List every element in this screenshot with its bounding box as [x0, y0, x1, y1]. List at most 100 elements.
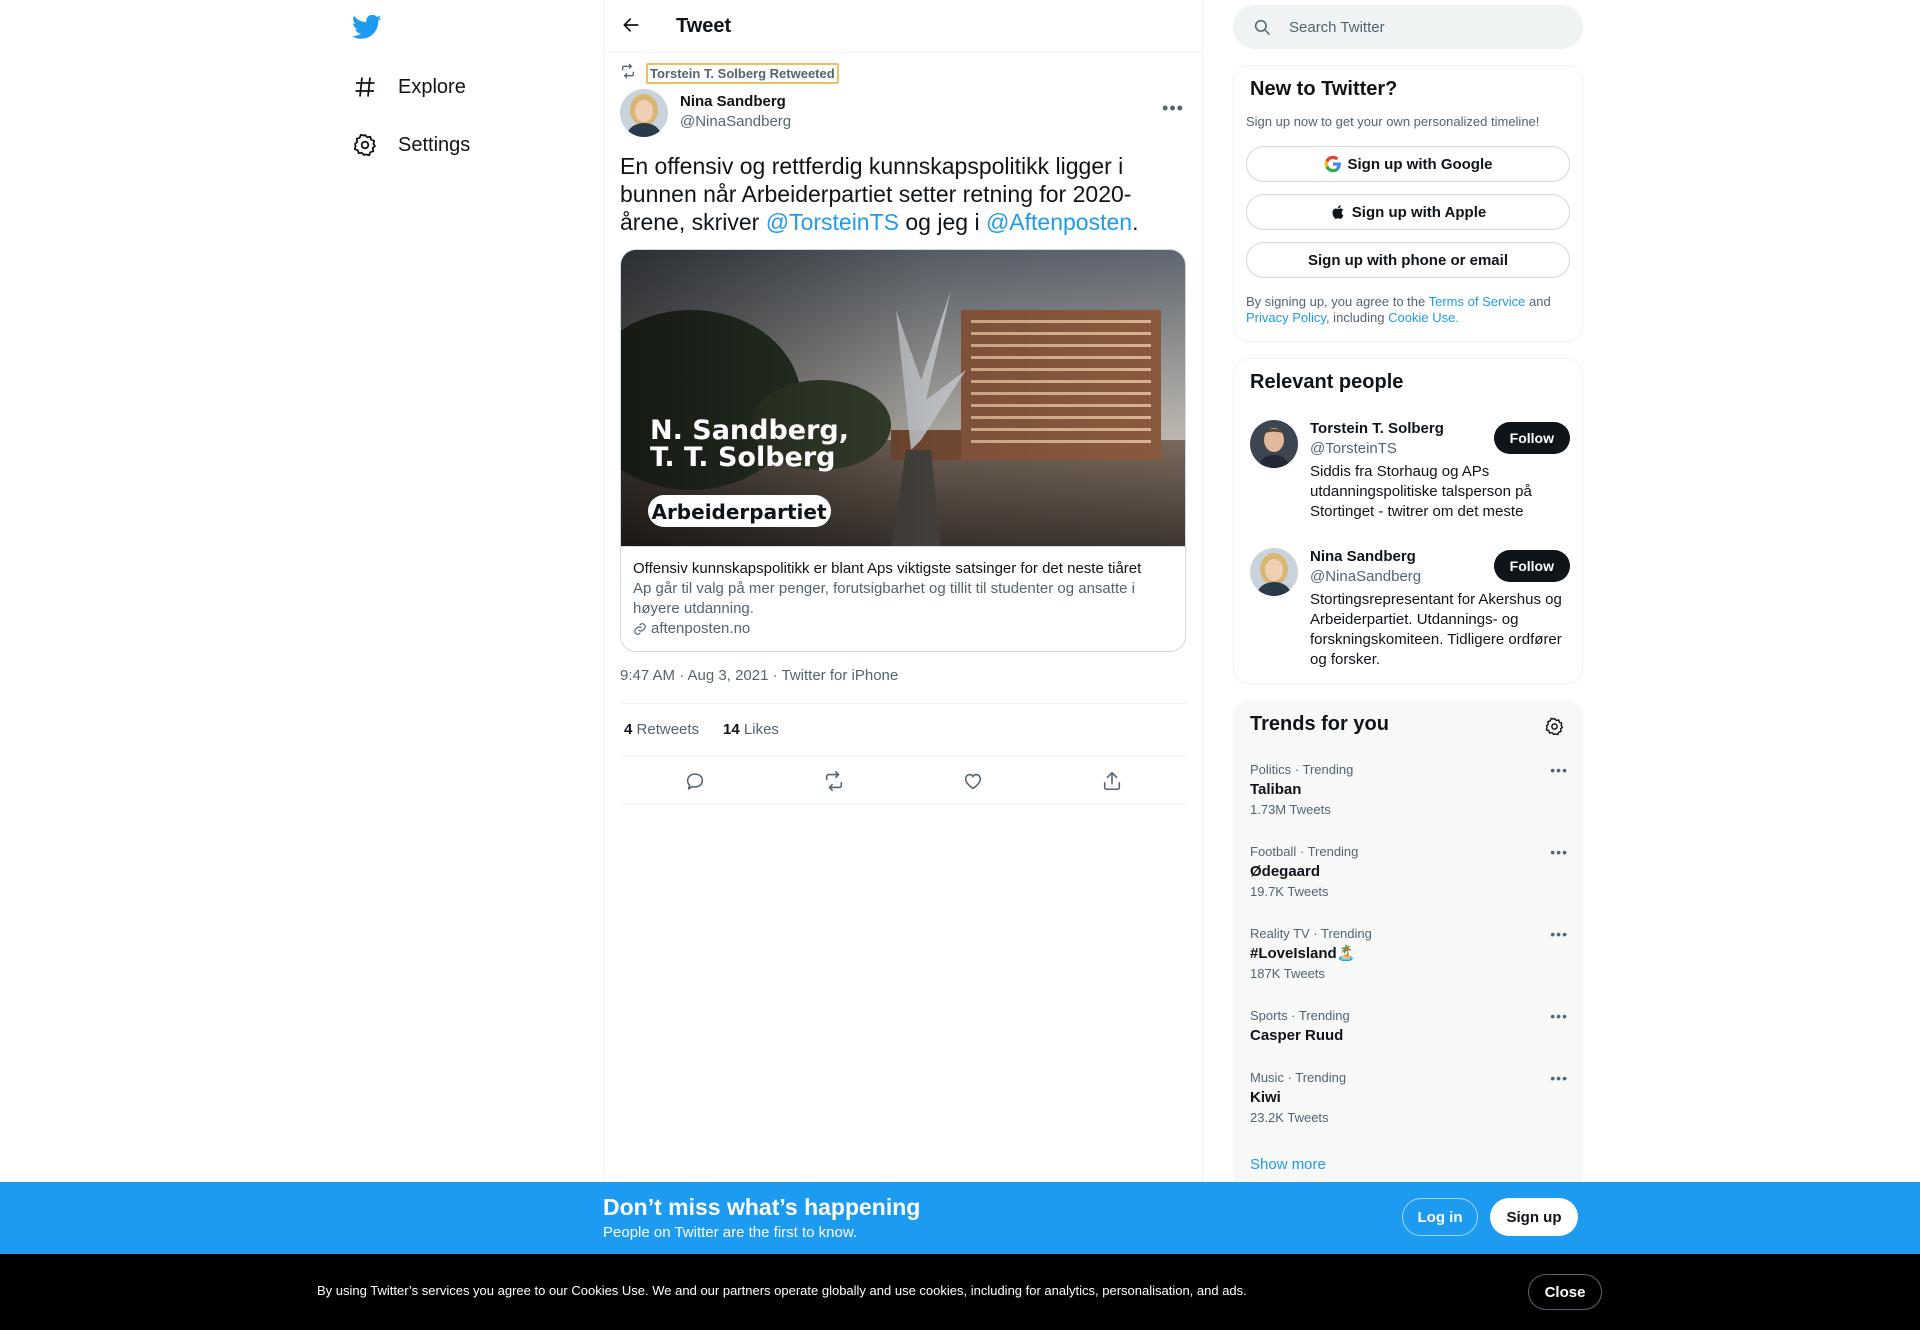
retweets-label: Retweets	[636, 721, 700, 738]
trend-item[interactable]: Music · Trending Kiwi 23.2K Tweets •••	[1250, 1070, 1568, 1126]
mention-link[interactable]: @TorsteinTS	[766, 209, 899, 235]
back-button[interactable]	[616, 12, 646, 42]
likes-count: 14	[723, 721, 740, 738]
hashtag-icon	[352, 74, 378, 100]
trend-name: Casper Ruud	[1250, 1027, 1344, 1044]
nav-settings[interactable]: Settings	[352, 120, 470, 170]
relevant-people-title: Relevant people	[1250, 371, 1404, 393]
gear-icon[interactable]	[1542, 714, 1566, 738]
trend-item[interactable]: Politics · Trending Taliban 1.73M Tweets…	[1250, 762, 1568, 818]
retweet-icon[interactable]	[819, 766, 849, 796]
more-options-icon[interactable]: •••	[1550, 926, 1568, 942]
trend-category: Football · Trending	[1250, 844, 1359, 859]
nav-explore-label: Explore	[398, 75, 466, 98]
twitter-bird-icon[interactable]	[351, 12, 382, 42]
trend-category: Sports · Trending	[1250, 1008, 1350, 1023]
new-to-twitter-panel: New to Twitter? Sign up now to get your …	[1233, 65, 1583, 342]
nav-settings-label: Settings	[398, 133, 471, 156]
trend-count: 1.73M Tweets	[1250, 802, 1331, 817]
login-button[interactable]: Log in	[1402, 1198, 1478, 1236]
card-image: N. Sandberg, T. T. Solberg Arbeiderparti…	[621, 250, 1185, 546]
share-icon[interactable]	[1097, 766, 1127, 796]
search-input[interactable]	[1289, 5, 1569, 49]
tweet-author: Nina Sandberg @NinaSandberg •••	[620, 89, 1188, 137]
legal-text-part: By signing up, you agree to the	[1246, 294, 1429, 309]
avatar[interactable]	[620, 89, 668, 137]
relevant-people-panel: Relevant people Torstein T. Solberg @Tor…	[1233, 358, 1583, 684]
like-icon[interactable]	[958, 766, 988, 796]
author-name[interactable]: Nina Sandberg	[680, 93, 786, 110]
legal-text-part: and	[1525, 294, 1551, 309]
main-column: Tweet Torstein T. Solberg Retweeted Nina…	[603, 0, 1204, 1330]
trend-count: 23.2K Tweets	[1250, 1110, 1329, 1125]
mention-link[interactable]: @Aftenposten	[986, 209, 1132, 235]
person-bio: Stortingsrepresentant for Akershus og Ar…	[1310, 591, 1562, 668]
likes-label: Likes	[743, 721, 779, 738]
signup-google-button[interactable]: Sign up with Google	[1246, 146, 1570, 182]
tweet-timestamp[interactable]: 9:47 AM · Aug 3, 2021 · Twitter for iPho…	[620, 667, 898, 684]
new-to-twitter-title: New to Twitter?	[1250, 78, 1398, 100]
reply-icon[interactable]	[680, 766, 710, 796]
legal-text: By signing up, you agree to the Terms of…	[1246, 294, 1572, 326]
avatar[interactable]	[1250, 420, 1298, 468]
card-image-badge: Arbeiderpartiet	[651, 500, 826, 524]
person-handle[interactable]: @TorsteinTS	[1310, 440, 1397, 457]
retweets-count: 4	[624, 721, 633, 738]
trends-panel: Trends for you Politics · Trending Talib…	[1233, 700, 1583, 1190]
legal-text-part: , including	[1325, 310, 1389, 325]
signup-apple-button[interactable]: Sign up with Apple	[1246, 194, 1570, 230]
more-options-icon[interactable]: •••	[1550, 1070, 1568, 1086]
more-options-icon[interactable]: •••	[1550, 844, 1568, 860]
retweeted-by-link[interactable]: Torstein T. Solberg Retweeted	[646, 62, 839, 84]
signup-prompt-subtitle: People on Twitter are the first to know.	[603, 1224, 858, 1241]
apple-icon	[1330, 203, 1346, 221]
retweets-stat[interactable]: 4 Retweets	[624, 721, 699, 738]
cookie-text: By using Twitter’s services you agree to…	[317, 1283, 1247, 1298]
signup-prompt-bar: Don’t miss what’s happening People on Tw…	[0, 1182, 1920, 1254]
person-bio: Siddis fra Storhaug og APs utdanningspol…	[1310, 463, 1532, 520]
signup-google-label: Sign up with Google	[1347, 155, 1493, 173]
trend-item[interactable]: Reality TV · Trending #LoveIsland🏝️ 187K…	[1250, 926, 1568, 982]
follow-button[interactable]: Follow	[1493, 550, 1570, 582]
likes-stat[interactable]: 14 Likes	[723, 721, 779, 738]
cookie-link[interactable]: Cookie Use.	[1388, 310, 1459, 325]
trend-item[interactable]: Football · Trending Ødegaard 19.7K Tweet…	[1250, 844, 1568, 900]
card-image-title-2: T. T. Solberg	[650, 442, 835, 473]
trends-title: Trends for you	[1250, 713, 1389, 735]
privacy-link[interactable]: Privacy Policy	[1246, 310, 1326, 325]
author-handle[interactable]: @NinaSandberg	[680, 113, 791, 130]
tweet-text-part: .	[1132, 209, 1139, 235]
gear-icon	[352, 132, 378, 158]
trend-item[interactable]: Sports · Trending Casper Ruud •••	[1250, 1008, 1568, 1046]
google-icon	[1324, 155, 1342, 173]
trend-name: Kiwi	[1250, 1089, 1281, 1106]
signup-button[interactable]: Sign up	[1490, 1198, 1578, 1236]
nav-explore[interactable]: Explore	[352, 62, 466, 112]
card-body: Offensiv kunnskapspolitikk er blant Aps …	[621, 546, 1185, 651]
search-icon	[1253, 18, 1271, 36]
signup-phone-button[interactable]: Sign up with phone or email	[1246, 242, 1570, 278]
person-name[interactable]: Nina Sandberg	[1310, 548, 1416, 565]
new-to-twitter-subtitle: Sign up now to get your own personalized…	[1246, 114, 1540, 129]
page-title: Tweet	[676, 15, 732, 37]
terms-link[interactable]: Terms of Service	[1429, 294, 1526, 309]
link-card[interactable]: N. Sandberg, T. T. Solberg Arbeiderparti…	[620, 249, 1186, 652]
show-more-link[interactable]: Show more	[1250, 1156, 1326, 1173]
trend-name: Ødegaard	[1250, 863, 1321, 880]
trend-count: 187K Tweets	[1250, 966, 1325, 981]
signup-apple-label: Sign up with Apple	[1351, 203, 1487, 221]
more-options-icon[interactable]: •••	[1550, 1008, 1568, 1024]
person-name[interactable]: Torstein T. Solberg	[1310, 420, 1444, 437]
avatar[interactable]	[1250, 548, 1298, 596]
trend-category: Politics · Trending	[1250, 762, 1354, 777]
more-options-icon[interactable]: •••	[1550, 762, 1568, 778]
trend-count: 19.7K Tweets	[1250, 884, 1329, 899]
tweet-text-part: og jeg i	[899, 209, 986, 235]
follow-button[interactable]: Follow	[1493, 422, 1570, 454]
more-options-icon[interactable]: •••	[1158, 93, 1188, 123]
tweet-stats: 4 Retweets 14 Likes	[620, 703, 1188, 756]
close-button[interactable]: Close	[1528, 1274, 1602, 1310]
search-box[interactable]	[1233, 5, 1583, 49]
person-handle[interactable]: @NinaSandberg	[1310, 568, 1421, 585]
retweet-icon	[620, 63, 636, 84]
